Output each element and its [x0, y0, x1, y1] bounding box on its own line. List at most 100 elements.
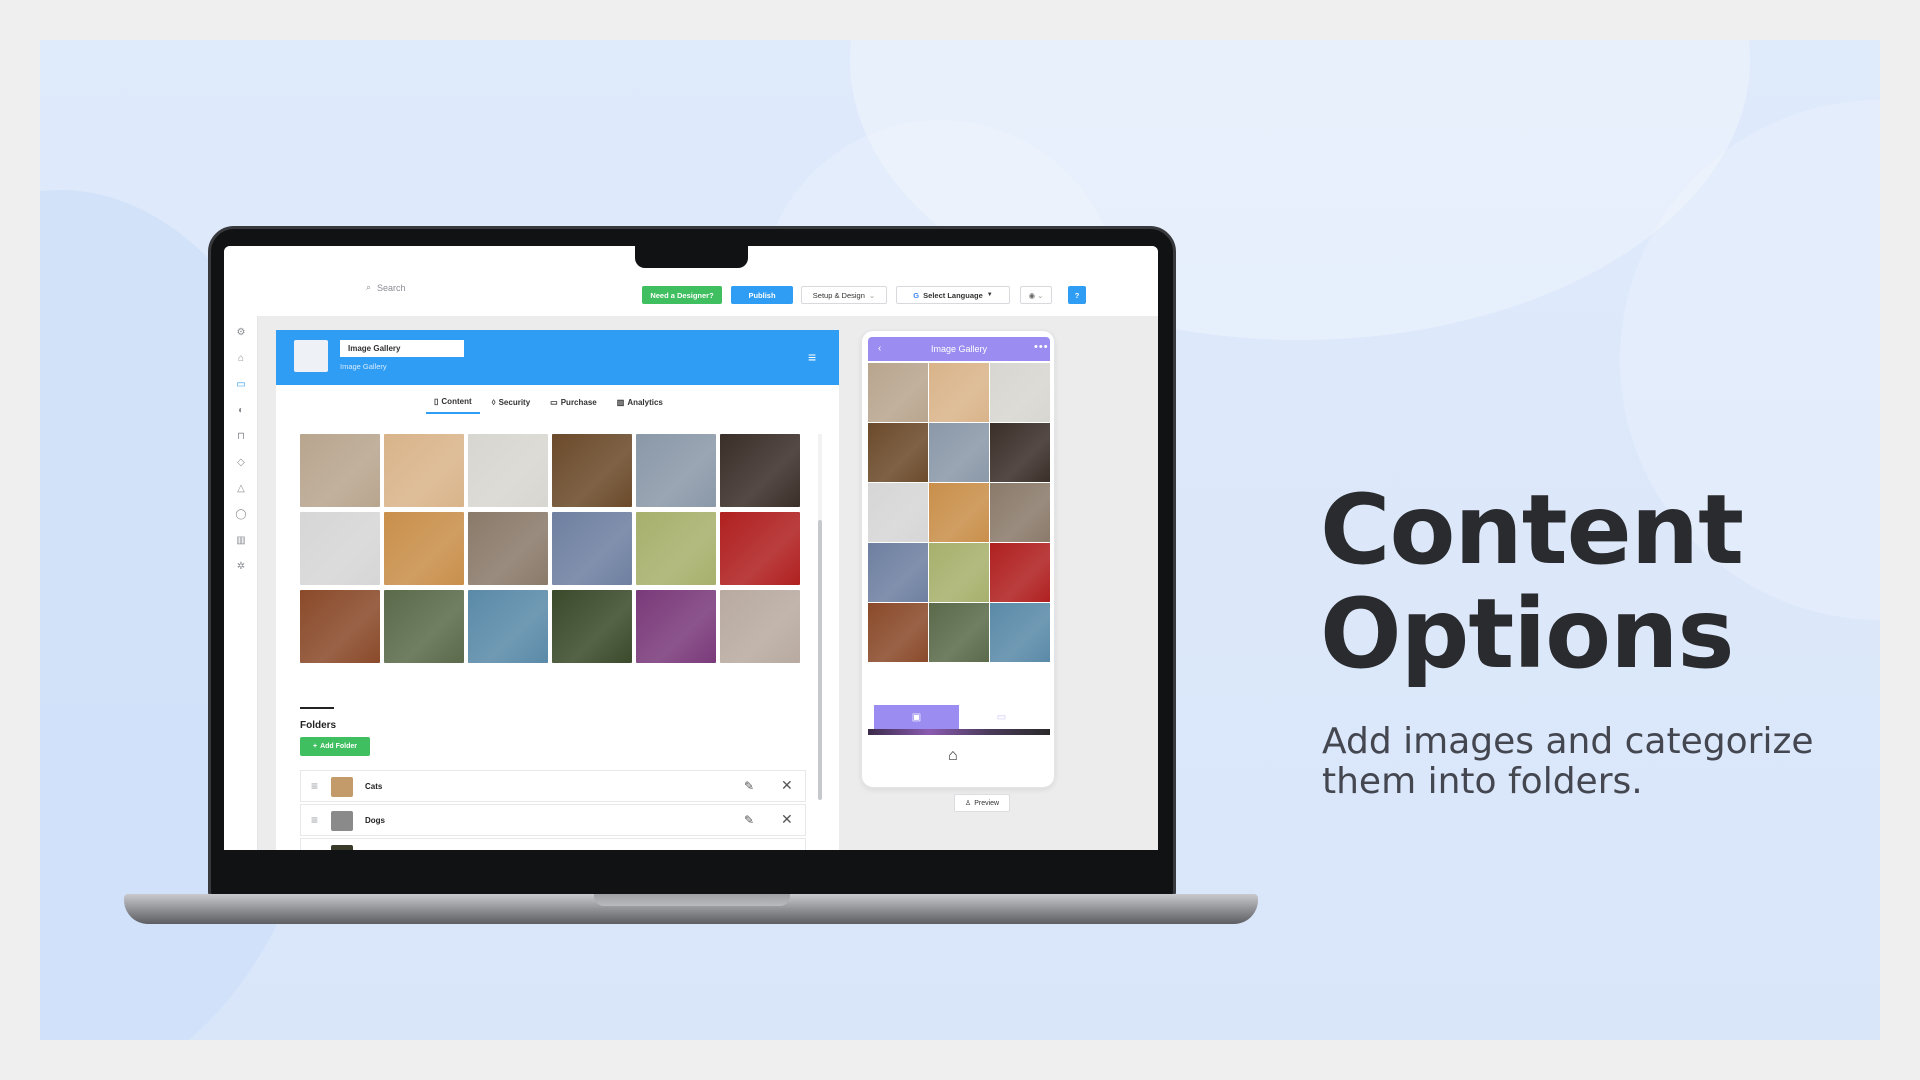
- phone-gallery-image[interactable]: [929, 483, 989, 542]
- folder-row[interactable]: ≡: [300, 838, 806, 850]
- preview-button[interactable]: ♙ Preview: [954, 794, 1010, 812]
- phone-title: Image Gallery: [930, 344, 988, 354]
- settings-icon[interactable]: ⚙: [234, 326, 248, 340]
- gallery-image[interactable]: [384, 590, 464, 663]
- close-icon[interactable]: ✕: [781, 811, 793, 828]
- subheadline: Add images and categorize them into fold…: [1322, 721, 1814, 802]
- gallery-image[interactable]: [552, 590, 632, 663]
- scrollbar-thumb[interactable]: [818, 520, 822, 800]
- headline-line-1: Content: [1320, 474, 1744, 586]
- gallery-image[interactable]: [720, 434, 800, 507]
- phone-gallery-image[interactable]: [929, 363, 989, 422]
- gallery-image[interactable]: [720, 590, 800, 663]
- image-grid: [300, 434, 812, 663]
- publish-button[interactable]: Publish: [731, 286, 793, 304]
- plus-icon: +: [312, 743, 318, 750]
- phone-gallery-image[interactable]: [868, 423, 928, 482]
- feature-title-input[interactable]: Image Gallery: [340, 340, 464, 357]
- laptop-base-groove: [594, 894, 790, 906]
- gear-icon[interactable]: ✲: [234, 560, 248, 574]
- gallery-image[interactable]: [468, 434, 548, 507]
- gallery-image[interactable]: [468, 590, 548, 663]
- search-box[interactable]: ⌕ Search: [366, 282, 406, 293]
- gallery-image[interactable]: [636, 512, 716, 585]
- tab-label: Analytics: [627, 397, 663, 407]
- hamburger-menu-icon[interactable]: ≡: [808, 350, 816, 364]
- phone-gallery-image[interactable]: [868, 483, 928, 542]
- gallery-image[interactable]: [636, 590, 716, 663]
- phone-gallery-image[interactable]: [990, 483, 1050, 542]
- phone-gallery-image[interactable]: [990, 543, 1050, 602]
- gallery-image[interactable]: [300, 590, 380, 663]
- phone-gallery-image[interactable]: [868, 603, 928, 662]
- gallery-image[interactable]: [552, 434, 632, 507]
- phone-gallery-image[interactable]: [929, 543, 989, 602]
- user-icon[interactable]: ◯: [234, 508, 248, 522]
- more-icon[interactable]: •••: [1034, 341, 1049, 353]
- shield-icon: ◊: [491, 397, 496, 407]
- search-icon: ⌕: [366, 282, 372, 292]
- section-divider: [300, 707, 334, 709]
- gallery-image[interactable]: [720, 512, 800, 585]
- analytics-icon[interactable]: ▥: [234, 534, 248, 548]
- account-menu[interactable]: ◉ ⌄: [1020, 286, 1052, 304]
- drag-handle-icon[interactable]: ≡: [311, 813, 318, 827]
- chart-icon: ▥: [616, 397, 625, 407]
- tab-analytics[interactable]: ▥ Analytics: [609, 390, 671, 414]
- card-icon: ▭: [550, 397, 558, 407]
- design-icon[interactable]: ◐: [234, 404, 248, 418]
- gallery-image[interactable]: [300, 512, 380, 585]
- tab-security[interactable]: ◊ Security: [484, 390, 539, 414]
- gallery-image[interactable]: [384, 434, 464, 507]
- gallery-image[interactable]: [300, 434, 380, 507]
- caret-down-icon: ▼: [986, 292, 993, 298]
- drag-handle-icon[interactable]: ≡: [311, 847, 318, 850]
- feature-thumbnail[interactable]: [294, 340, 328, 372]
- edit-icon[interactable]: ✎: [744, 813, 754, 827]
- preview-label: Preview: [974, 799, 1000, 807]
- edit-icon[interactable]: ✎: [744, 779, 754, 793]
- drag-handle-icon[interactable]: ≡: [311, 779, 318, 793]
- phone-gallery-image[interactable]: [929, 603, 989, 662]
- user-circle-icon: ◉: [1028, 290, 1036, 300]
- security-icon[interactable]: ⊓: [234, 430, 248, 444]
- content-icon[interactable]: ▭: [234, 378, 248, 392]
- back-arrow-icon[interactable]: ‹: [878, 343, 881, 354]
- add-folder-button[interactable]: + Add Folder: [300, 737, 370, 756]
- home-icon[interactable]: ⌂: [948, 747, 958, 765]
- select-language-dropdown[interactable]: G Select Language ▼: [896, 286, 1010, 304]
- gallery-image[interactable]: [468, 512, 548, 585]
- sidebar: ⚙ ⌂ ▭ ◐ ⊓ ◇ △ ◯ ▥ ✲: [224, 316, 258, 850]
- phone-gallery-image[interactable]: [990, 363, 1050, 422]
- need-designer-button[interactable]: Need a Designer?: [642, 286, 722, 304]
- phone-gallery-image[interactable]: [868, 363, 928, 422]
- notification-icon[interactable]: △: [234, 482, 248, 496]
- close-icon[interactable]: ✕: [781, 777, 793, 794]
- phone-gallery-image[interactable]: [929, 423, 989, 482]
- folders-view-tab[interactable]: ▭: [959, 705, 1044, 729]
- folder-row[interactable]: ≡ Cats ✎ ✕: [300, 770, 806, 802]
- chevron-down-icon: ⌄: [868, 290, 876, 300]
- add-folder-label: Add Folder: [320, 743, 358, 750]
- help-button[interactable]: ?: [1068, 286, 1086, 304]
- search-placeholder: Search: [377, 282, 406, 293]
- gallery-image[interactable]: [552, 512, 632, 585]
- gallery-image[interactable]: [636, 434, 716, 507]
- folders-heading: Folders: [300, 720, 337, 731]
- tab-label: Content: [441, 396, 472, 406]
- tag-icon[interactable]: ◇: [234, 456, 248, 470]
- gallery-image[interactable]: [384, 512, 464, 585]
- setup-design-dropdown[interactable]: Setup & Design ⌄: [801, 286, 887, 304]
- home-icon[interactable]: ⌂: [234, 352, 248, 366]
- phone-gallery-image[interactable]: [868, 543, 928, 602]
- folder-name: Cats: [365, 782, 383, 791]
- phone-gallery-image[interactable]: [990, 603, 1050, 662]
- chevron-down-icon: ⌄: [1037, 290, 1044, 300]
- folder-row[interactable]: ≡ Dogs ✎ ✕: [300, 804, 806, 836]
- camera-notch: [635, 246, 748, 268]
- tab-content[interactable]: ▯ Content: [426, 390, 480, 414]
- tab-label: Security: [498, 397, 531, 407]
- phone-gallery-image[interactable]: [990, 423, 1050, 482]
- images-view-tab[interactable]: ▣: [874, 705, 959, 729]
- tab-purchase[interactable]: ▭ Purchase: [542, 390, 605, 414]
